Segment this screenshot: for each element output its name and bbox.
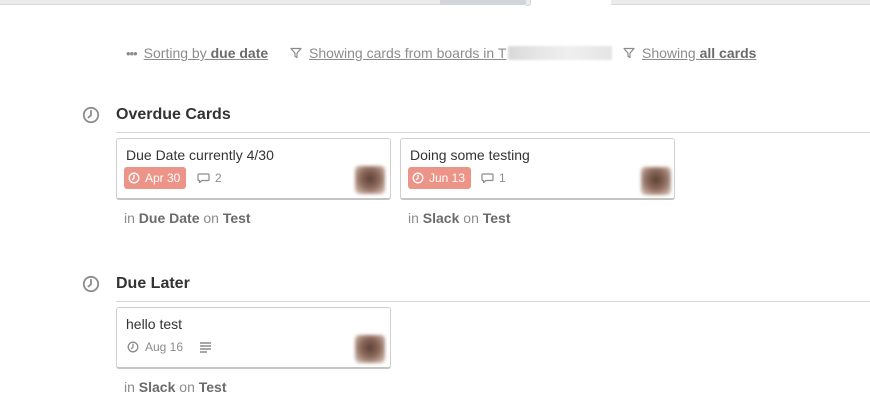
card-location: in Slack on Test [408,210,511,226]
comment-count: 2 [197,167,222,189]
clock-icon [82,275,100,293]
card-location: in Due Date on Test [124,210,251,226]
section-title: Due Later [116,275,190,292]
list-name[interactable]: Due Date [139,210,200,226]
comment-icon [481,173,494,184]
due-date-badge: Apr 30 [124,167,187,189]
clock-icon [82,106,100,124]
board-name[interactable]: Test [223,210,251,226]
board-name[interactable]: Test [199,379,227,395]
comment-icon [197,173,210,184]
more-dots-icon: ••• [126,45,138,61]
comment-count: 1 [481,167,506,189]
cards-filter[interactable]: Showing all cards [623,45,756,61]
top-tab-strip [0,0,870,6]
clock-icon [128,172,140,184]
section-header-due-later: Due Later [82,273,190,295]
filter-icon [290,47,302,59]
card-title: Due Date currently 4/30 [126,147,274,163]
boards-link[interactable]: Showing cards from boards in T [309,45,506,61]
redacted-team-name [508,46,613,60]
sort-link[interactable]: Sorting by due date [144,45,269,61]
clock-icon [412,172,424,184]
list-name[interactable]: Slack [139,379,176,395]
due-date-badge: Aug 16 [127,336,183,358]
board-name[interactable]: Test [483,210,511,226]
section-title: Overdue Cards [116,106,231,123]
section-divider [116,132,870,133]
card-item[interactable]: Doing some testing Jun 13 1 [400,138,675,200]
boards-filter[interactable]: Showing cards from boards in T [290,45,613,61]
clock-icon [127,341,139,353]
card-title: Doing some testing [410,147,530,163]
card-location: in Slack on Test [124,379,227,395]
description-icon [200,342,211,353]
cards-link[interactable]: Showing all cards [642,45,756,61]
tab-highlighted[interactable] [440,0,526,5]
due-date-badge: Jun 13 [408,167,472,189]
card-item[interactable]: Due Date currently 4/30 Apr 30 2 [116,138,391,200]
section-header-overdue: Overdue Cards [82,104,231,126]
avatar[interactable] [355,335,385,363]
avatar[interactable] [641,167,671,195]
card-item[interactable]: hello test Aug 16 [116,307,391,369]
avatar[interactable] [355,166,385,194]
filter-icon [623,47,635,59]
sort-filter[interactable]: ••• Sorting by due date [126,45,268,61]
list-name[interactable]: Slack [423,210,460,226]
tab-left[interactable] [0,0,440,5]
section-divider [116,301,870,302]
card-title: hello test [126,316,183,332]
tab-right[interactable] [611,0,870,5]
tab-active[interactable] [530,0,612,5]
